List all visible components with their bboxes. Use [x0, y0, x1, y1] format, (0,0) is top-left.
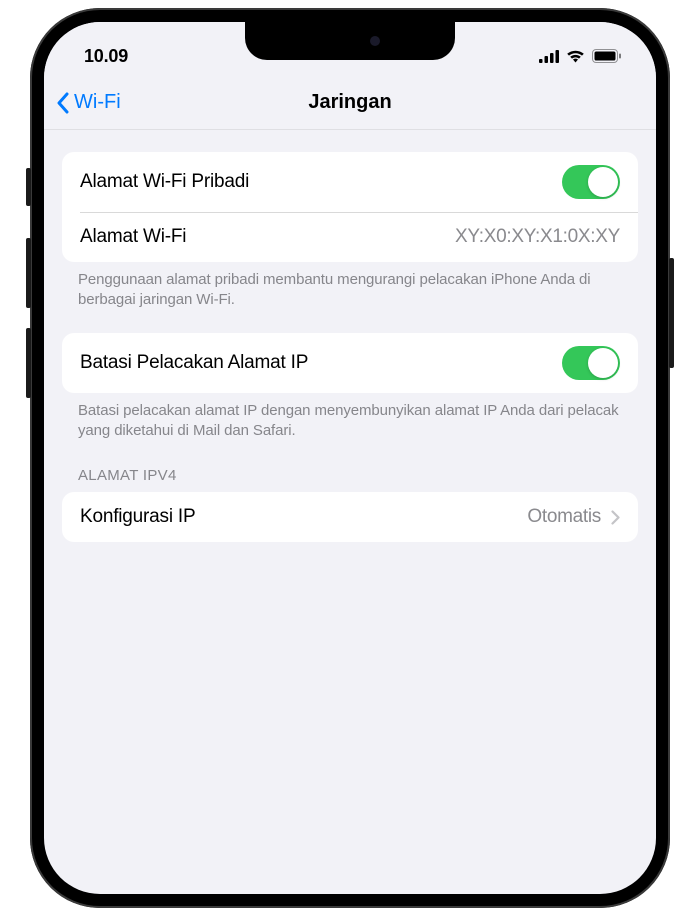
- chevron-right-icon: [611, 510, 620, 525]
- page-title: Jaringan: [308, 91, 391, 114]
- toggle-knob: [588, 167, 618, 197]
- phone-frame: 10.09: [30, 8, 670, 908]
- group-footer: Penggunaan alamat pribadi membantu mengu…: [44, 262, 656, 311]
- row-configure-ip[interactable]: Konfigurasi IP Otomatis: [62, 492, 638, 542]
- wifi-address-value: XY:X0:XY:X1:0X:XY: [455, 226, 620, 248]
- configure-ip-value: Otomatis: [527, 506, 601, 528]
- back-label: Wi-Fi: [74, 91, 121, 114]
- row-label: Alamat Wi-Fi: [80, 226, 186, 248]
- settings-group-private-address: Alamat Wi-Fi Pribadi Alamat Wi-Fi XY:X0:…: [62, 152, 638, 262]
- group-footer: Batasi pelacakan alamat IP dengan menyem…: [44, 393, 656, 442]
- toggle-private-address[interactable]: [562, 165, 620, 199]
- row-limit-ip-tracking[interactable]: Batasi Pelacakan Alamat IP: [62, 333, 638, 393]
- row-wifi-address: Alamat Wi-Fi XY:X0:XY:X1:0X:XY: [62, 212, 638, 262]
- side-button: [26, 238, 31, 308]
- notch: [245, 22, 455, 60]
- screen: 10.09: [44, 22, 656, 894]
- settings-group-limit-ip: Batasi Pelacakan Alamat IP: [62, 333, 638, 393]
- side-button: [26, 168, 31, 206]
- cellular-icon: [539, 50, 559, 63]
- front-camera-icon: [370, 36, 380, 46]
- row-right: Otomatis: [527, 506, 620, 528]
- content: Alamat Wi-Fi Pribadi Alamat Wi-Fi XY:X0:…: [44, 152, 656, 542]
- back-button[interactable]: Wi-Fi: [56, 91, 121, 114]
- side-button: [669, 258, 674, 368]
- row-label: Konfigurasi IP: [80, 506, 196, 528]
- battery-icon: [592, 49, 622, 63]
- status-icons: [539, 49, 622, 63]
- status-time: 10.09: [84, 46, 128, 67]
- section-header-ipv4: ALAMAT IPV4: [44, 441, 656, 492]
- settings-group-ipv4: Konfigurasi IP Otomatis: [62, 492, 638, 542]
- toggle-limit-ip[interactable]: [562, 346, 620, 380]
- row-label: Batasi Pelacakan Alamat IP: [80, 352, 308, 374]
- row-private-wifi-address[interactable]: Alamat Wi-Fi Pribadi: [62, 152, 638, 212]
- side-button: [26, 328, 31, 398]
- wifi-icon: [566, 49, 585, 63]
- nav-bar: Wi-Fi Jaringan: [44, 76, 656, 130]
- toggle-knob: [588, 348, 618, 378]
- chevron-left-icon: [56, 92, 70, 114]
- row-label: Alamat Wi-Fi Pribadi: [80, 171, 249, 193]
